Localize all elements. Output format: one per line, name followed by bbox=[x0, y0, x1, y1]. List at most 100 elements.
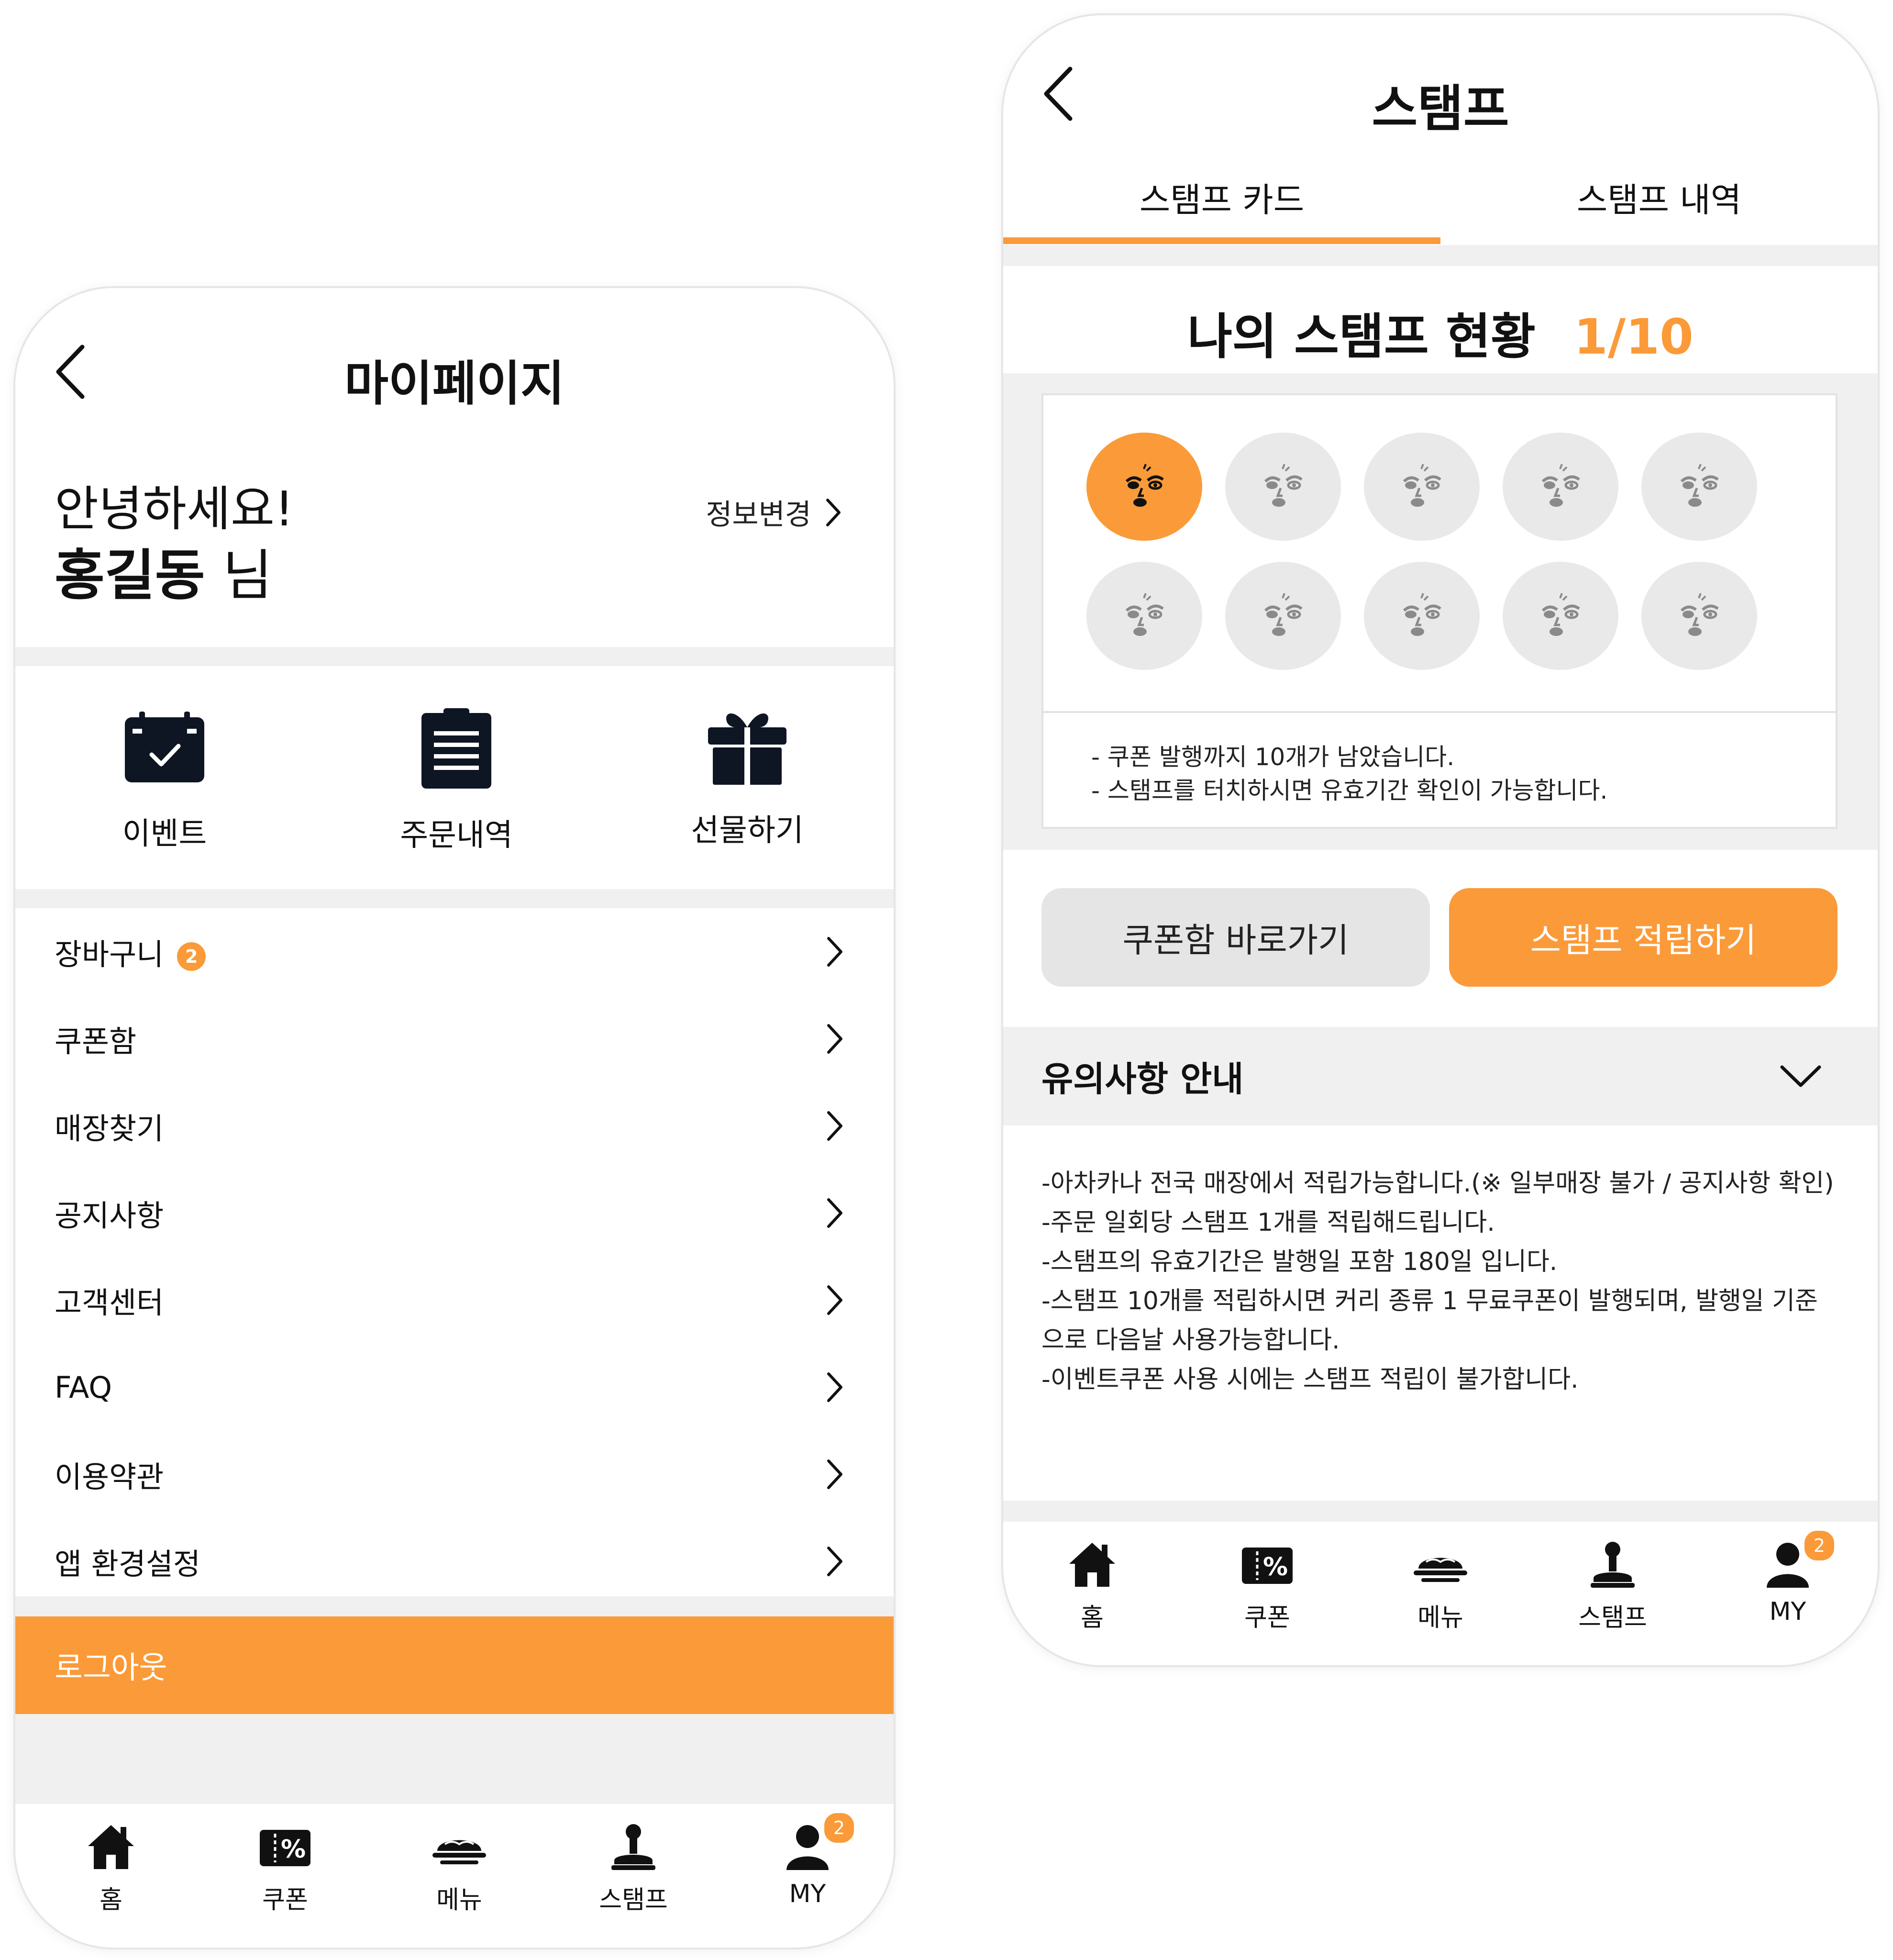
notice-body: -아차카나 전국 매장에서 적립가능합니다.(※ 일부매장 불가 / 공지사항 … bbox=[1003, 1125, 1878, 1501]
quick-gift-button[interactable]: 선물하기 bbox=[647, 708, 848, 850]
chevron-right-icon bbox=[827, 1547, 842, 1576]
active-tab-indicator bbox=[1003, 237, 1440, 244]
menu-item-label: 쿠폰함 bbox=[55, 1024, 137, 1059]
menu-item-label: 공지사항 bbox=[55, 1198, 164, 1233]
coupon-box-button[interactable]: 쿠폰함 바로가기 bbox=[1041, 888, 1430, 987]
stamp-icon bbox=[611, 1824, 655, 1870]
stamp-face-icon bbox=[1403, 464, 1441, 507]
stamp-face-icon bbox=[1403, 593, 1441, 636]
user-greeting: 홍길동 님 bbox=[55, 531, 273, 610]
mypage-header-section: 마이페이지 안녕하세요! 홍길동 님 정보변경 bbox=[15, 288, 894, 647]
stamp-slot-collected[interactable] bbox=[1086, 433, 1202, 541]
quick-event-label: 이벤트 bbox=[122, 816, 207, 852]
stamp-face-icon bbox=[1680, 464, 1719, 507]
menu-item-terms[interactable]: 이용약관 bbox=[15, 1431, 894, 1518]
menu-item-label: 이용약관 bbox=[55, 1459, 164, 1494]
chevron-right-icon bbox=[827, 1372, 842, 1402]
calendar-check-icon bbox=[125, 712, 204, 782]
chevron-right-icon bbox=[827, 1285, 842, 1315]
tab-label: 메뉴 bbox=[436, 1886, 482, 1915]
mypage-screen: 마이페이지 안녕하세요! 홍길동 님 정보변경 이벤트 주문내역 선물하기 장바… bbox=[13, 286, 896, 1949]
notice-line: -아차카나 전국 매장에서 적립가능합니다.(※ 일부매장 불가 / 공지사항 … bbox=[1041, 1169, 1834, 1198]
notice-line: -스탬프의 유효기간은 발행일 포함 180일 입니다. bbox=[1041, 1247, 1558, 1276]
stamp-screen: 스탬프 스탬프 카드 스탬프 내역 나의 스탬프 현황 1/10 - 쿠폰 발행까… bbox=[1001, 13, 1880, 1667]
tab-label: 쿠폰 bbox=[262, 1886, 308, 1915]
tab-label: MY bbox=[789, 1880, 826, 1908]
menu-item-app-settings[interactable]: 앱 환경설정 bbox=[15, 1518, 894, 1605]
quick-event-button[interactable]: 이벤트 bbox=[64, 712, 265, 853]
menu-item-label: 고객센터 bbox=[55, 1285, 164, 1320]
tab-coupon[interactable]: % 쿠폰 bbox=[228, 1823, 343, 1915]
notice-accordion-header[interactable]: 유의사항 안내 bbox=[1003, 1027, 1878, 1125]
gift-icon bbox=[708, 713, 786, 785]
tab-label: MY bbox=[1769, 1597, 1806, 1626]
stamp-header-section: 스탬프 스탬프 카드 스탬프 내역 bbox=[1003, 15, 1878, 245]
menu-item-label: 장바구니 2 bbox=[55, 930, 206, 973]
quick-menu: 이벤트 주문내역 선물하기 bbox=[15, 666, 894, 889]
tab-stamp[interactable]: 스탬프 bbox=[576, 1823, 691, 1915]
clipboard-list-icon bbox=[421, 708, 491, 789]
tab-menu[interactable]: 메뉴 bbox=[402, 1823, 517, 1915]
menu-item-faq[interactable]: FAQ bbox=[15, 1344, 894, 1431]
tab-label: 홈 bbox=[100, 1886, 122, 1915]
page-title: 마이페이지 bbox=[344, 356, 565, 412]
menu-item-notices[interactable]: 공지사항 bbox=[15, 1169, 894, 1257]
collect-stamp-button[interactable]: 스탬프 적립하기 bbox=[1449, 888, 1838, 987]
action-buttons-section: 쿠폰함 바로가기 스탬프 적립하기 bbox=[1003, 850, 1878, 1027]
tab-stamp-history[interactable]: 스탬프 내역 bbox=[1440, 173, 1878, 222]
home-icon bbox=[88, 1825, 134, 1869]
stamp-card: - 쿠폰 발행까지 10개가 남았습니다. - 스탬프를 터치하시면 유효기간 … bbox=[1041, 393, 1838, 829]
menu-item-store-finder[interactable]: 매장찾기 bbox=[15, 1082, 894, 1169]
my-notification-badge: 2 bbox=[1802, 1528, 1837, 1563]
edit-info-link[interactable]: 정보변경 bbox=[706, 491, 841, 533]
stamp-face-icon bbox=[1125, 464, 1164, 507]
logout-label: 로그아웃 bbox=[55, 1650, 167, 1686]
user-name: 홍길동 bbox=[55, 544, 205, 607]
tab-menu[interactable]: 메뉴 bbox=[1383, 1541, 1498, 1633]
stamp-status-label: 나의 스탬프 현황 bbox=[1187, 309, 1536, 366]
my-notification-badge: 2 bbox=[822, 1811, 856, 1845]
stamp-slot-empty[interactable] bbox=[1364, 433, 1480, 541]
stamp-slot-empty[interactable] bbox=[1225, 562, 1341, 670]
stamp-face-icon bbox=[1680, 593, 1719, 636]
stamp-slot-empty[interactable] bbox=[1641, 562, 1757, 670]
logout-button[interactable]: 로그아웃 bbox=[15, 1616, 894, 1714]
honorific: 님 bbox=[222, 544, 273, 607]
quick-orders-label: 주문내역 bbox=[400, 818, 513, 853]
bottom-tab-bar: 홈 % 쿠폰 메뉴 스탬프 MY 2 bbox=[15, 1804, 894, 1948]
stamp-status: 나의 스탬프 현황 1/10 bbox=[1003, 298, 1878, 368]
tab-stamp[interactable]: 스탬프 bbox=[1555, 1541, 1670, 1633]
menu-item-cart[interactable]: 장바구니 2 bbox=[15, 908, 894, 995]
chevron-right-icon bbox=[827, 1459, 842, 1489]
stamp-icon bbox=[1591, 1542, 1635, 1588]
quick-orders-button[interactable]: 주문내역 bbox=[356, 708, 557, 855]
tab-stamp-card[interactable]: 스탬프 카드 bbox=[1003, 173, 1440, 222]
edit-info-label: 정보변경 bbox=[706, 498, 811, 532]
page-title: 스탬프 bbox=[1372, 79, 1509, 138]
menu-dish-icon bbox=[432, 1840, 486, 1864]
coupon-icon: % bbox=[260, 1830, 310, 1866]
tab-coupon[interactable]: % 쿠폰 bbox=[1210, 1541, 1325, 1633]
stamp-slot-empty[interactable] bbox=[1503, 562, 1618, 670]
stamp-slot-empty[interactable] bbox=[1641, 433, 1757, 541]
menu-item-label: FAQ bbox=[55, 1370, 112, 1405]
tab-home[interactable]: 홈 bbox=[1035, 1541, 1150, 1633]
chevron-right-icon bbox=[827, 1111, 842, 1141]
tab-home[interactable]: 홈 bbox=[54, 1823, 168, 1915]
chevron-right-icon bbox=[827, 1024, 842, 1054]
menu-item-label: 매장찾기 bbox=[55, 1111, 164, 1146]
menu-dish-icon bbox=[1414, 1558, 1467, 1582]
stamp-slot-empty[interactable] bbox=[1086, 562, 1202, 670]
menu-item-customer-center[interactable]: 고객센터 bbox=[15, 1257, 894, 1344]
card-divider bbox=[1043, 711, 1836, 713]
menu-item-coupon-box[interactable]: 쿠폰함 bbox=[15, 995, 894, 1082]
stamp-face-icon bbox=[1125, 593, 1164, 636]
stamp-slot-empty[interactable] bbox=[1225, 433, 1341, 541]
stamp-slot-empty[interactable] bbox=[1503, 433, 1618, 541]
coupon-icon: % bbox=[1242, 1548, 1293, 1584]
chevron-down-icon bbox=[1780, 1065, 1821, 1087]
stamp-status-count: 1/10 bbox=[1573, 309, 1694, 366]
stamp-slot-empty[interactable] bbox=[1364, 562, 1480, 670]
greeting-text: 안녕하세요! bbox=[55, 481, 294, 537]
stamp-face-icon bbox=[1541, 593, 1580, 636]
